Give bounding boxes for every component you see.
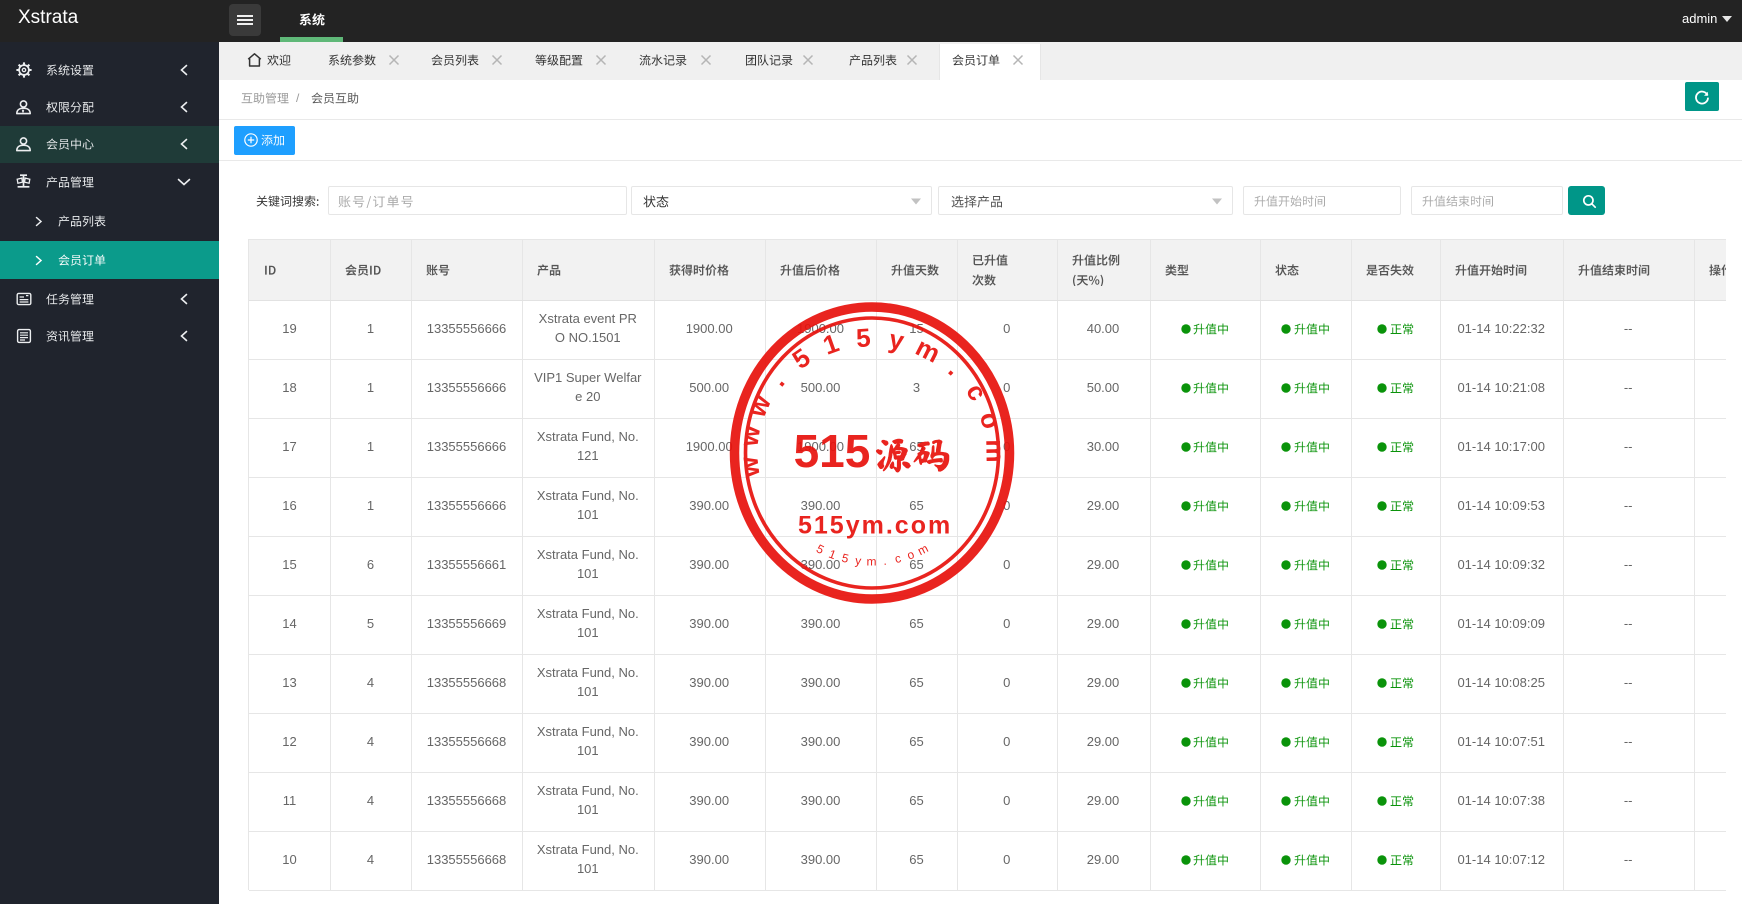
svg-text:m: m (915, 541, 930, 558)
svg-text:o: o (905, 547, 916, 563)
svg-text:5: 5 (814, 541, 827, 557)
svg-text:c: c (893, 551, 902, 566)
svg-text:5: 5 (855, 322, 872, 353)
svg-text:5: 5 (786, 341, 815, 374)
svg-text:w: w (733, 454, 765, 479)
svg-text:.: . (942, 354, 968, 381)
svg-text:o: o (973, 408, 1006, 432)
svg-text:w: w (733, 422, 766, 448)
svg-text:515ym.com: 515ym.com (798, 511, 952, 539)
svg-text:.: . (882, 553, 887, 567)
svg-text:5: 5 (840, 550, 850, 565)
svg-text:m: m (980, 439, 1010, 463)
svg-text:1: 1 (818, 327, 842, 360)
svg-text:515: 515 (793, 424, 870, 476)
svg-text:1: 1 (826, 546, 837, 562)
svg-text:y: y (854, 553, 862, 568)
svg-text:m: m (866, 554, 876, 568)
svg-text:y: y (886, 323, 907, 355)
